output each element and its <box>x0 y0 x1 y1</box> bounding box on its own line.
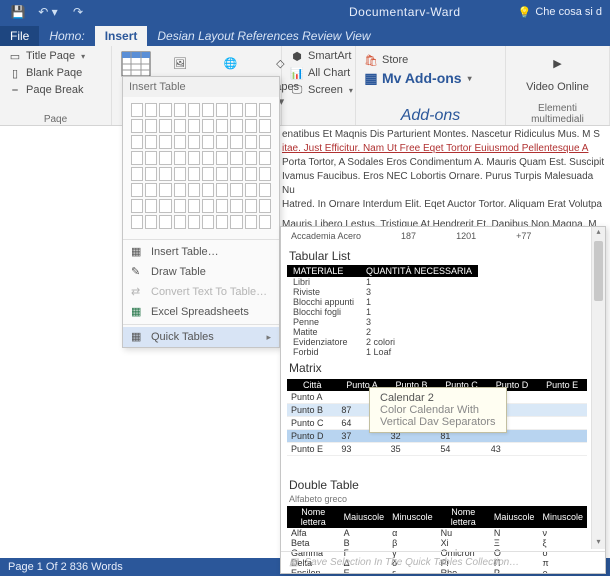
store-button[interactable]: 🛍Store <box>362 52 474 68</box>
scroll-thumb[interactable] <box>594 241 603 301</box>
ribbon: ▭Title Paqe▾ ▯Blank Paqe ⎯Paqe Break Paq… <box>0 46 610 126</box>
screenshot-button[interactable]: 🖵Screen▾ <box>288 82 355 98</box>
table-icon <box>120 50 152 78</box>
qt-scrollbar[interactable]: ▴ ▾ <box>591 227 605 549</box>
submenu-arrow-icon: ▸ <box>266 332 271 343</box>
save-icon[interactable]: 💾 <box>4 2 32 22</box>
table-dd-header: Insert Table <box>123 77 279 97</box>
chart-button[interactable]: 📊All Chart <box>288 65 355 81</box>
my-addins-button[interactable]: ▦Mv Add-ons▾ <box>362 69 474 87</box>
draw-table-item[interactable]: ✎Draw Table <box>123 262 279 282</box>
page-break-button[interactable]: ⎯Paqe Break <box>6 82 87 98</box>
quick-tables-flyout: Accademia Acero1871201+77 Tabular List M… <box>280 226 606 574</box>
table-grid-picker[interactable] <box>123 97 279 237</box>
convert-icon: ⇄ <box>131 285 145 299</box>
table-dropdown: Insert Table ▦Insert Table… ✎Draw Table … <box>122 76 280 348</box>
tab-home[interactable]: Homo: <box>39 26 94 46</box>
status-page-words[interactable]: Page 1 Of 2 836 Words <box>8 561 123 573</box>
title-bar: 💾 ↶ ▾ ↷ Documentarv-Ward 💡 Che cosa si d <box>0 0 610 24</box>
document-title: Documentarv-Ward <box>92 5 518 19</box>
tab-others[interactable]: Desian Layout References Review View <box>147 26 610 46</box>
document-body: enatibus Et Maqnis Dis Parturient Montes… <box>282 128 608 232</box>
scroll-up-icon[interactable]: ▴ <box>592 227 605 239</box>
video-icon: ▶ <box>542 50 574 78</box>
convert-text-item: ⇄Convert Text To Table… <box>123 282 279 302</box>
page-icon: ▭ <box>8 49 22 63</box>
chart-icon: 📊 <box>290 66 304 80</box>
smartart-button[interactable]: ⬢SmartArt <box>288 48 355 64</box>
qt-double-title[interactable]: Double Table <box>287 474 587 494</box>
qt-tabular-title[interactable]: Tabular List <box>287 245 587 265</box>
undo-icon[interactable]: ↶ ▾ <box>34 2 62 22</box>
title-page-button[interactable]: ▭Title Paqe▾ <box>6 48 87 64</box>
picture-icon: 🖼 <box>164 50 196 78</box>
addin-icon: ▦ <box>364 71 378 85</box>
qt-matrix-title[interactable]: Matrix <box>287 357 587 377</box>
quick-tables-item[interactable]: ▦Quick Tables▸ <box>123 327 279 347</box>
tell-me-search[interactable]: 💡 Che cosa si d <box>518 6 606 19</box>
lightbulb-icon: 💡 <box>518 6 532 19</box>
store-icon: 🛍 <box>364 53 378 67</box>
save-icon: ▦ <box>289 557 298 568</box>
page-icon: ▯ <box>8 66 22 80</box>
tab-file[interactable]: File <box>0 26 39 46</box>
group-addins-label: Add-ons <box>362 106 499 125</box>
blank-page-button[interactable]: ▯Blank Paqe <box>6 65 87 81</box>
online-video-button[interactable]: ▶Video Online <box>533 48 583 94</box>
grid-icon: ▦ <box>131 245 145 259</box>
excel-icon: ▦ <box>131 305 145 319</box>
quick-access-toolbar: 💾 ↶ ▾ ↷ <box>4 2 92 22</box>
tab-insert[interactable]: Insert <box>95 26 148 46</box>
quick-table-tooltip: Calendar 2 Color Calendar With Vertical … <box>369 387 507 433</box>
break-icon: ⎯ <box>8 83 22 97</box>
screen-icon: 🖵 <box>290 83 304 97</box>
group-media-label: Elementi multimediali <box>512 102 603 125</box>
smartart-icon: ⬢ <box>290 49 304 63</box>
qt-save-selection: ▦ Save Selection In The Quick Tables Col… <box>281 551 605 573</box>
pencil-icon: ✎ <box>131 265 145 279</box>
qt-tabular-preview[interactable]: MATERIALEQUANTITÀ NECESSARIA Libri1 Rivi… <box>287 265 478 357</box>
quick-icon: ▦ <box>131 330 145 344</box>
insert-table-item[interactable]: ▦Insert Table… <box>123 242 279 262</box>
group-pages-label: Paqe <box>6 113 105 125</box>
online-picture-icon: 🌐 <box>215 50 247 78</box>
excel-spreadsheet-item[interactable]: ▦Excel Spreadsheets <box>123 302 279 322</box>
scroll-down-icon[interactable]: ▾ <box>592 537 605 549</box>
qt-prev-row: Accademia Acero1871201+77 <box>287 231 587 245</box>
ribbon-tabs: File Homo: Insert Desian Layout Referenc… <box>0 24 610 46</box>
redo-icon[interactable]: ↷ <box>64 2 92 22</box>
